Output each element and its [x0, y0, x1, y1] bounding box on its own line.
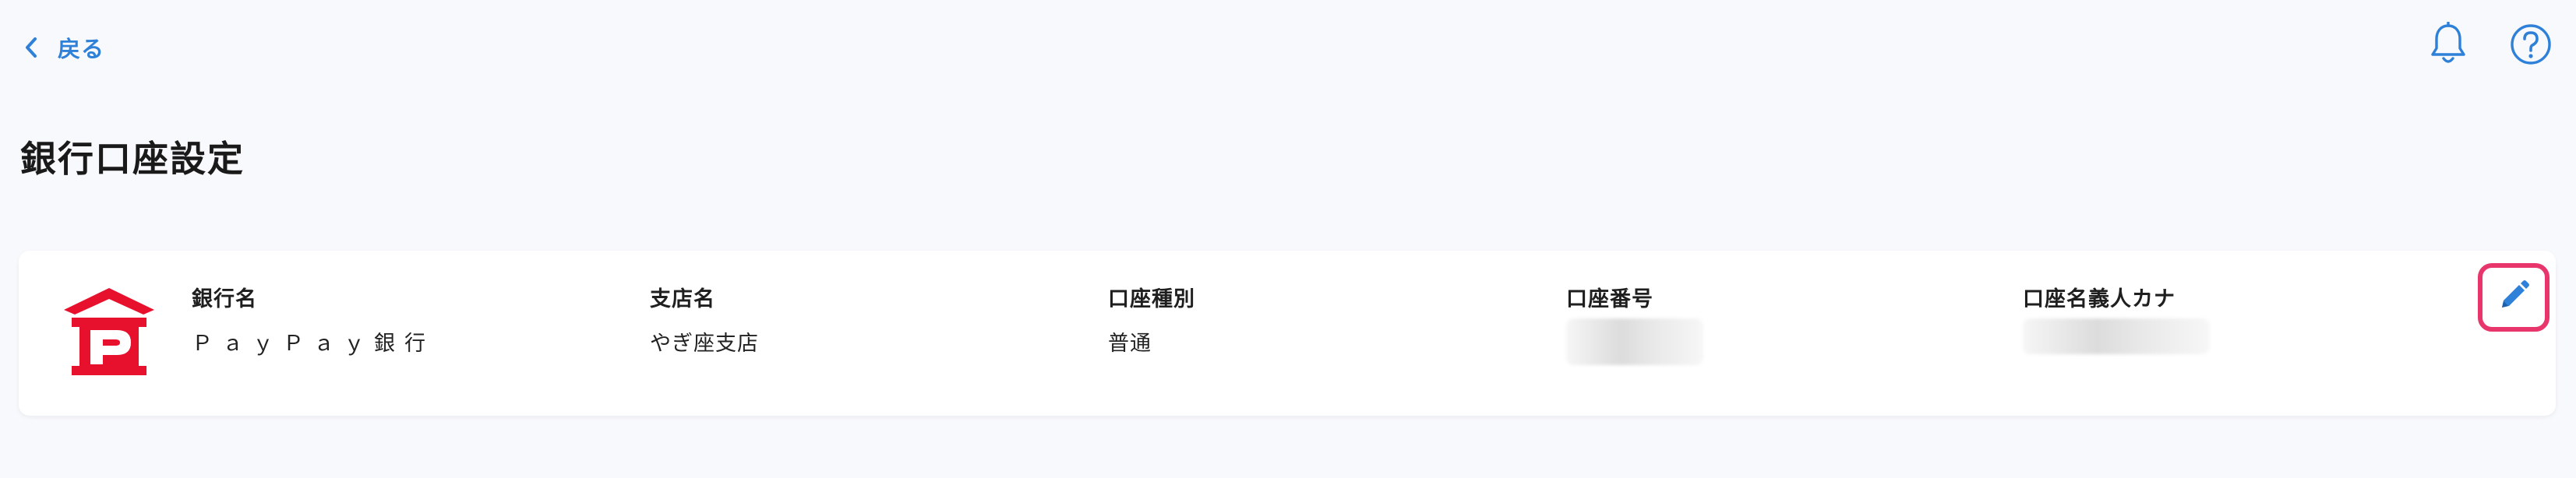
- paypay-bank-logo: [61, 286, 157, 377]
- pencil-icon: [2497, 279, 2530, 315]
- bell-icon: [2429, 21, 2468, 70]
- edit-button[interactable]: [2478, 263, 2550, 332]
- chevron-left-icon: [23, 36, 39, 59]
- holder-kana-masked: [2023, 318, 2210, 354]
- help-button[interactable]: [2509, 22, 2553, 70]
- top-bar: 戻る: [0, 0, 2576, 93]
- bank-name-field: 銀行名 ＰａｙＰａｙ銀行: [192, 282, 435, 357]
- bank-name-label: 銀行名: [192, 287, 257, 311]
- back-label: 戻る: [58, 36, 105, 62]
- account-type-label: 口座種別: [1108, 287, 1195, 311]
- back-button[interactable]: 戻る: [23, 28, 104, 67]
- notifications-button[interactable]: [2426, 21, 2470, 70]
- account-number-masked: [1566, 318, 1703, 365]
- page-title: 銀行口座設定: [20, 138, 245, 180]
- bank-name-value: ＰａｙＰａｙ銀行: [192, 332, 435, 356]
- account-number-label: 口座番号: [1566, 287, 1653, 311]
- bank-account-card: 銀行名 ＰａｙＰａｙ銀行 支店名 やぎ座支店 口座種別 普通 口座番号 口座名義…: [19, 251, 2556, 416]
- header-actions: [2426, 21, 2553, 70]
- account-type-field: 口座種別 普通: [1108, 282, 1195, 357]
- account-type-value: 普通: [1108, 332, 1152, 356]
- account-number-field: 口座番号: [1566, 282, 1703, 365]
- help-icon: [2509, 23, 2553, 69]
- branch-name-field: 支店名 やぎ座支店: [650, 282, 759, 357]
- holder-kana-field: 口座名義人カナ: [2023, 282, 2210, 354]
- branch-name-value: やぎ座支店: [650, 332, 759, 356]
- branch-name-label: 支店名: [650, 287, 715, 311]
- holder-kana-label: 口座名義人カナ: [2023, 287, 2175, 311]
